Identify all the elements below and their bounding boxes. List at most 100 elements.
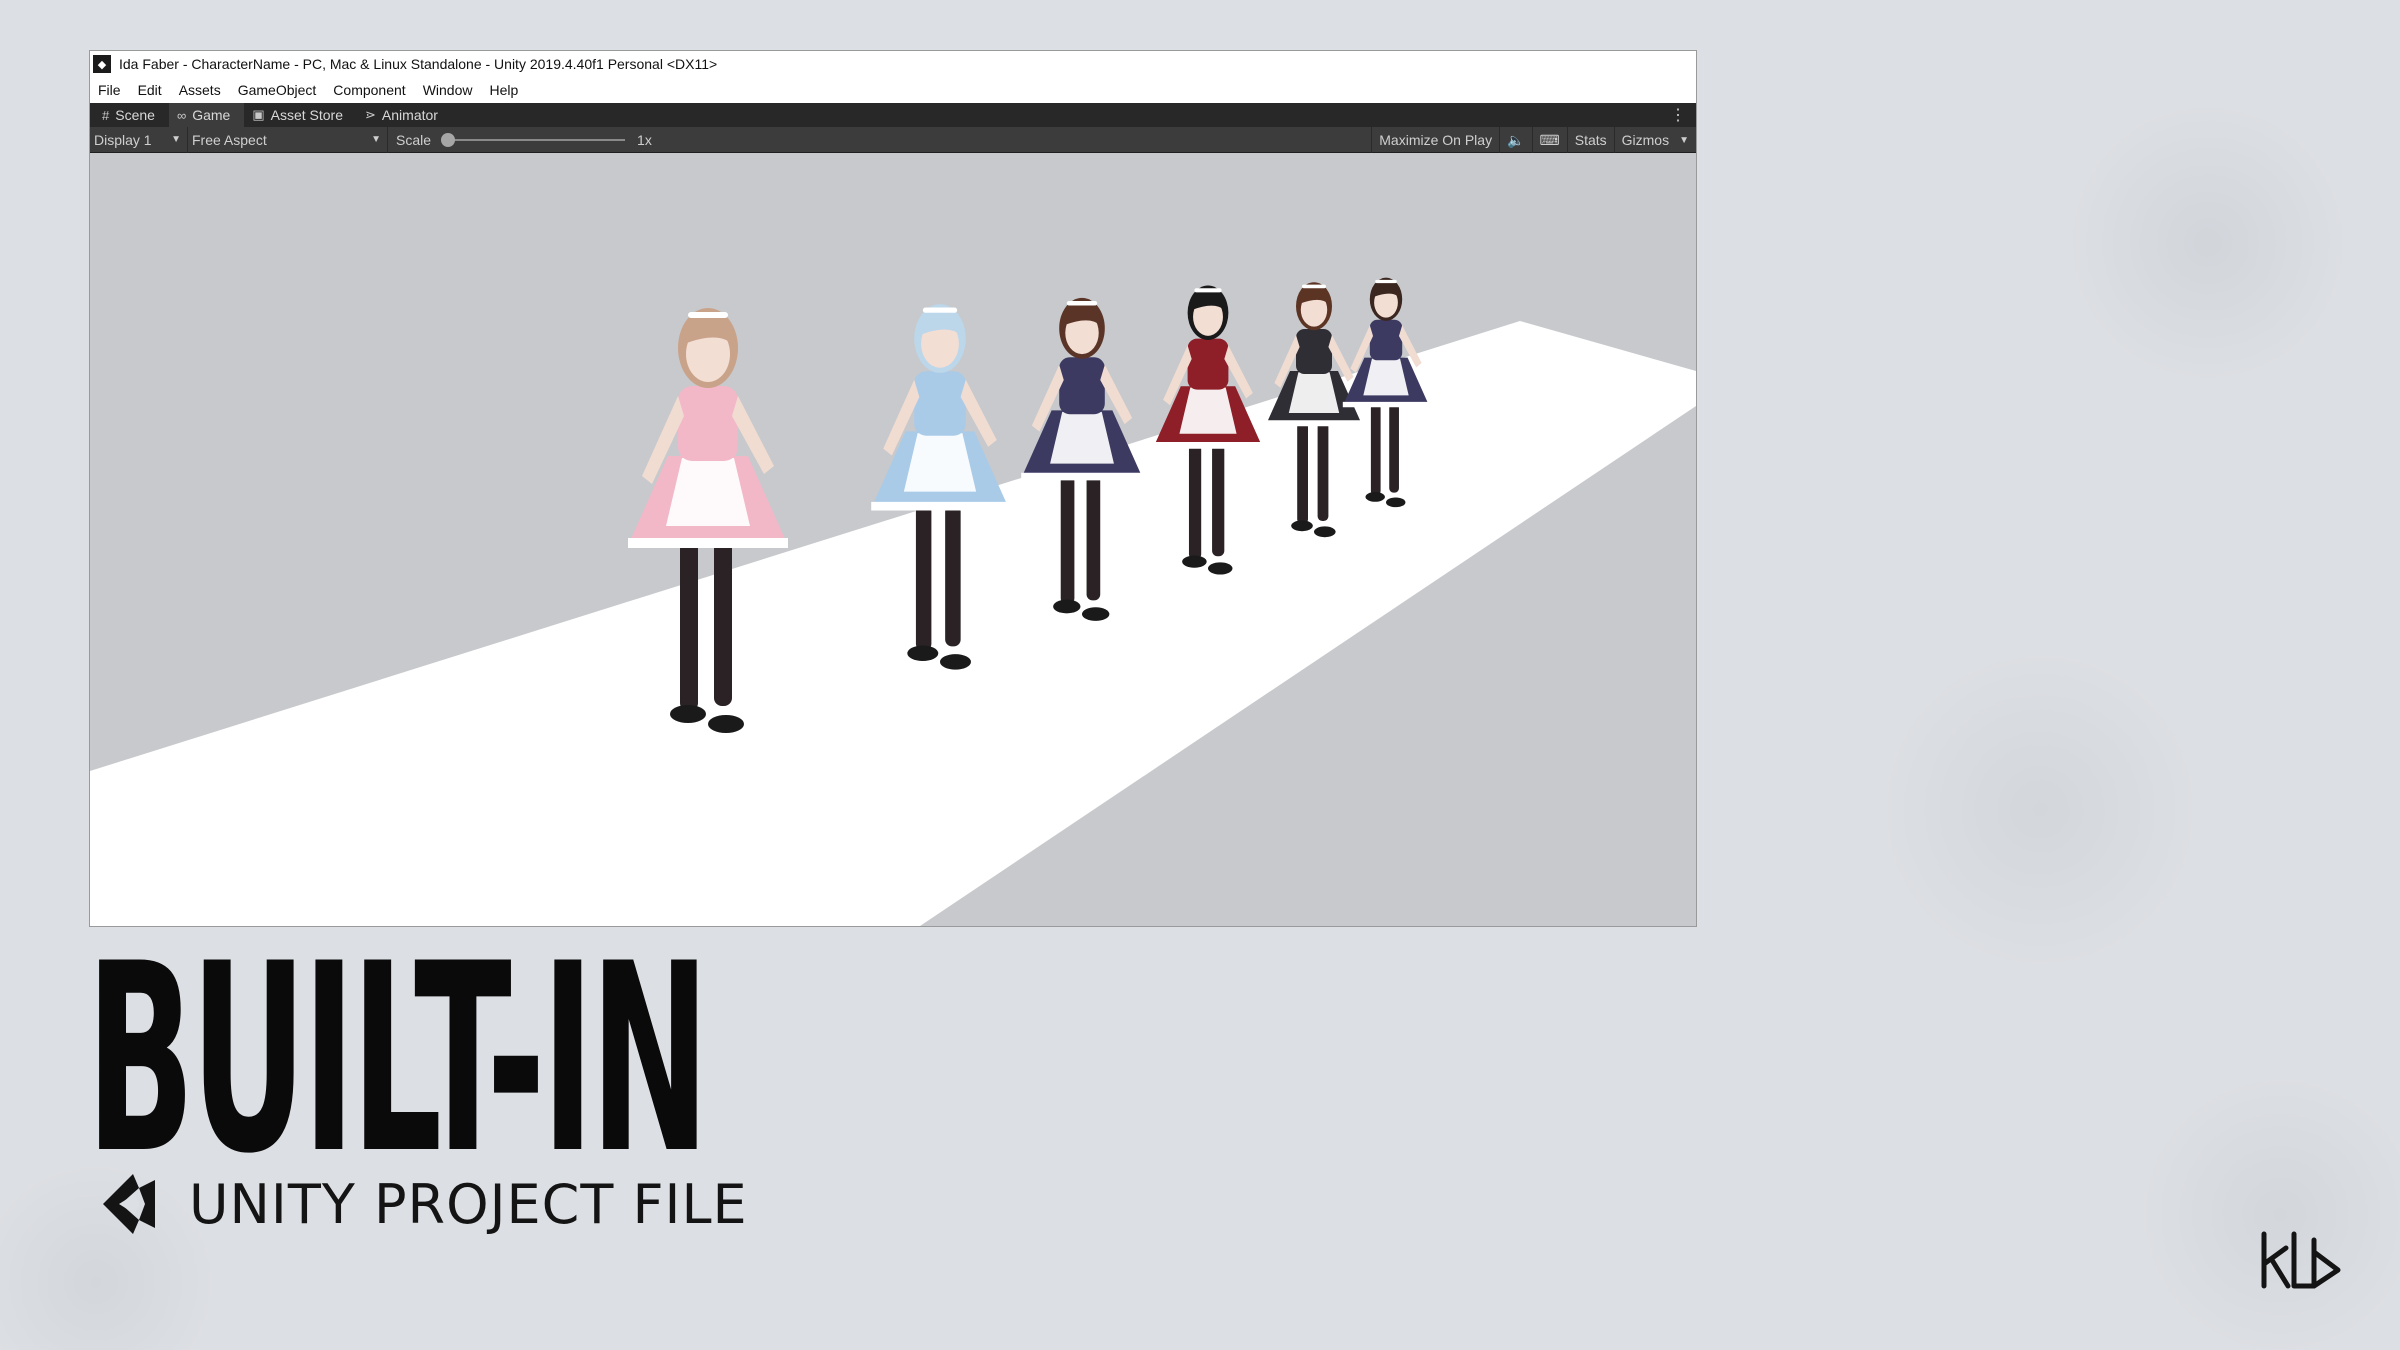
character-headband	[1194, 288, 1222, 293]
menu-help[interactable]: Help	[489, 82, 518, 98]
editor-tab-bar: # Scene ∞ Game ▣ Asset Store ⋗ Animator …	[90, 103, 1696, 127]
tab-animator-label: Animator	[381, 107, 438, 123]
unity-app-icon: ◆	[93, 55, 111, 73]
tab-asset-store[interactable]: ▣ Asset Store	[244, 103, 357, 127]
tab-animator[interactable]: ⋗ Animator	[357, 103, 452, 127]
tab-scene[interactable]: # Scene	[94, 103, 169, 127]
character-headband	[1066, 300, 1098, 306]
maximize-on-play-label: Maximize On Play	[1379, 132, 1493, 148]
menu-window[interactable]: Window	[423, 82, 473, 98]
window-title: Ida Faber - CharacterName - PC, Mac & Li…	[119, 56, 718, 72]
aspect-dropdown-label: Free Aspect	[192, 131, 267, 148]
toolbar-right-tools: Maximize On Play 🔈 ⌨ Stats Gizmos ▼	[1371, 127, 1696, 153]
character-leg	[1086, 475, 1101, 601]
character-shoe	[1053, 599, 1081, 614]
character-shoe	[1291, 520, 1313, 532]
character-shoe	[907, 645, 939, 662]
character-leg	[1389, 403, 1399, 493]
gamepad-icon: ∞	[176, 107, 187, 123]
game-toolbar: Display 1 ▼ Free Aspect ▼ Scale 1x Maxim…	[90, 126, 1696, 153]
menu-edit[interactable]: Edit	[138, 82, 162, 98]
scene-floor	[90, 321, 1696, 926]
character-shoe	[1386, 497, 1406, 508]
subtitle-text: UNITY PROJECT FILE	[189, 1172, 748, 1236]
gizmos-label: Gizmos	[1621, 132, 1670, 148]
character-skirt-trim	[1342, 401, 1430, 408]
character-leg	[1060, 475, 1075, 605]
character-shoe	[1365, 492, 1385, 502]
menu-component[interactable]: Component	[333, 82, 405, 98]
character-leg	[1370, 403, 1381, 496]
brand-logo-icon	[2261, 1231, 2341, 1289]
headline-text: BUILT-IN	[86, 909, 710, 1211]
character-torso	[1187, 338, 1229, 390]
character-shoe	[1082, 607, 1110, 621]
character-torso	[1059, 357, 1105, 415]
character-leg	[680, 541, 698, 711]
character-shoe	[940, 654, 971, 670]
tab-asset-store-label: Asset Store	[270, 107, 344, 123]
character-torso	[1369, 319, 1403, 361]
character-shoe	[1314, 526, 1336, 538]
character-leg	[1297, 422, 1308, 524]
character-shoe	[1208, 562, 1233, 575]
character-skirt-trim	[1266, 420, 1362, 427]
menu-assets[interactable]: Assets	[179, 82, 221, 98]
display-dropdown[interactable]: Display 1 ▼	[90, 126, 188, 153]
tab-scene-label: Scene	[115, 107, 155, 123]
character-torso	[678, 386, 738, 461]
character-torso	[1296, 329, 1332, 374]
character-leg	[1317, 422, 1329, 521]
subtitle-row: UNITY PROJECT FILE	[89, 1166, 748, 1242]
game-viewport[interactable]	[90, 153, 1696, 926]
animator-icon: ⋗	[365, 107, 376, 122]
tab-game-label: Game	[192, 107, 231, 123]
character-headband	[922, 307, 958, 313]
chevron-down-icon: ▼	[371, 134, 381, 145]
grid-icon: #	[102, 107, 110, 123]
character-skirt-trim	[1021, 472, 1143, 481]
aspect-dropdown[interactable]: Free Aspect ▼	[188, 126, 388, 153]
menu-gameobject[interactable]: GameObject	[238, 82, 317, 98]
more-options-icon[interactable]: ⋮	[1670, 105, 1686, 125]
layout-toggle[interactable]: ⌨	[1531, 127, 1567, 153]
title-bar: ◆ Ida Faber - CharacterName - PC, Mac & …	[90, 51, 1696, 77]
character-skirt-trim	[871, 501, 1009, 511]
character-torso	[914, 371, 966, 436]
character-headband	[688, 312, 728, 318]
character-headband	[1302, 284, 1326, 289]
stats-toggle[interactable]: Stats	[1566, 127, 1614, 153]
speaker-icon: 🔈	[1507, 131, 1525, 148]
scale-value: 1x	[637, 131, 652, 148]
character-leg	[1212, 444, 1225, 557]
gizmos-dropdown[interactable]: Gizmos ▼	[1613, 127, 1696, 153]
character-leg	[945, 504, 961, 647]
scale-control: Scale 1x	[388, 132, 652, 148]
chevron-down-icon: ▼	[1679, 134, 1689, 146]
character-skirt-trim	[628, 538, 788, 548]
chevron-down-icon: ▼	[171, 134, 181, 145]
scale-label: Scale	[396, 131, 432, 148]
character-shoe	[1182, 555, 1207, 568]
character-leg	[1188, 444, 1202, 560]
scene-render	[90, 277, 1696, 926]
mute-audio-toggle[interactable]: 🔈	[1499, 127, 1531, 153]
menu-file[interactable]: File	[98, 82, 121, 98]
bag-icon: ▣	[252, 107, 265, 122]
character-leg	[915, 504, 932, 651]
maximize-on-play-toggle[interactable]: Maximize On Play	[1371, 127, 1499, 153]
character-headband	[1375, 279, 1397, 284]
keyboard-icon: ⌨	[1539, 131, 1560, 148]
character-shoe	[708, 715, 744, 733]
character-shoe	[670, 705, 706, 723]
scale-slider-handle[interactable]	[441, 132, 456, 147]
display-dropdown-label: Display 1	[94, 131, 152, 148]
character-skirt-trim	[1153, 441, 1263, 449]
scale-slider[interactable]	[441, 132, 626, 147]
unity-logo-icon	[103, 1174, 155, 1234]
unity-editor-window: ◆ Ida Faber - CharacterName - PC, Mac & …	[89, 50, 1697, 927]
tab-game[interactable]: ∞ Game	[168, 103, 245, 127]
character-leg	[714, 541, 732, 706]
menu-bar: File Edit Assets GameObject Component Wi…	[90, 77, 1696, 103]
stats-label: Stats	[1574, 132, 1607, 148]
